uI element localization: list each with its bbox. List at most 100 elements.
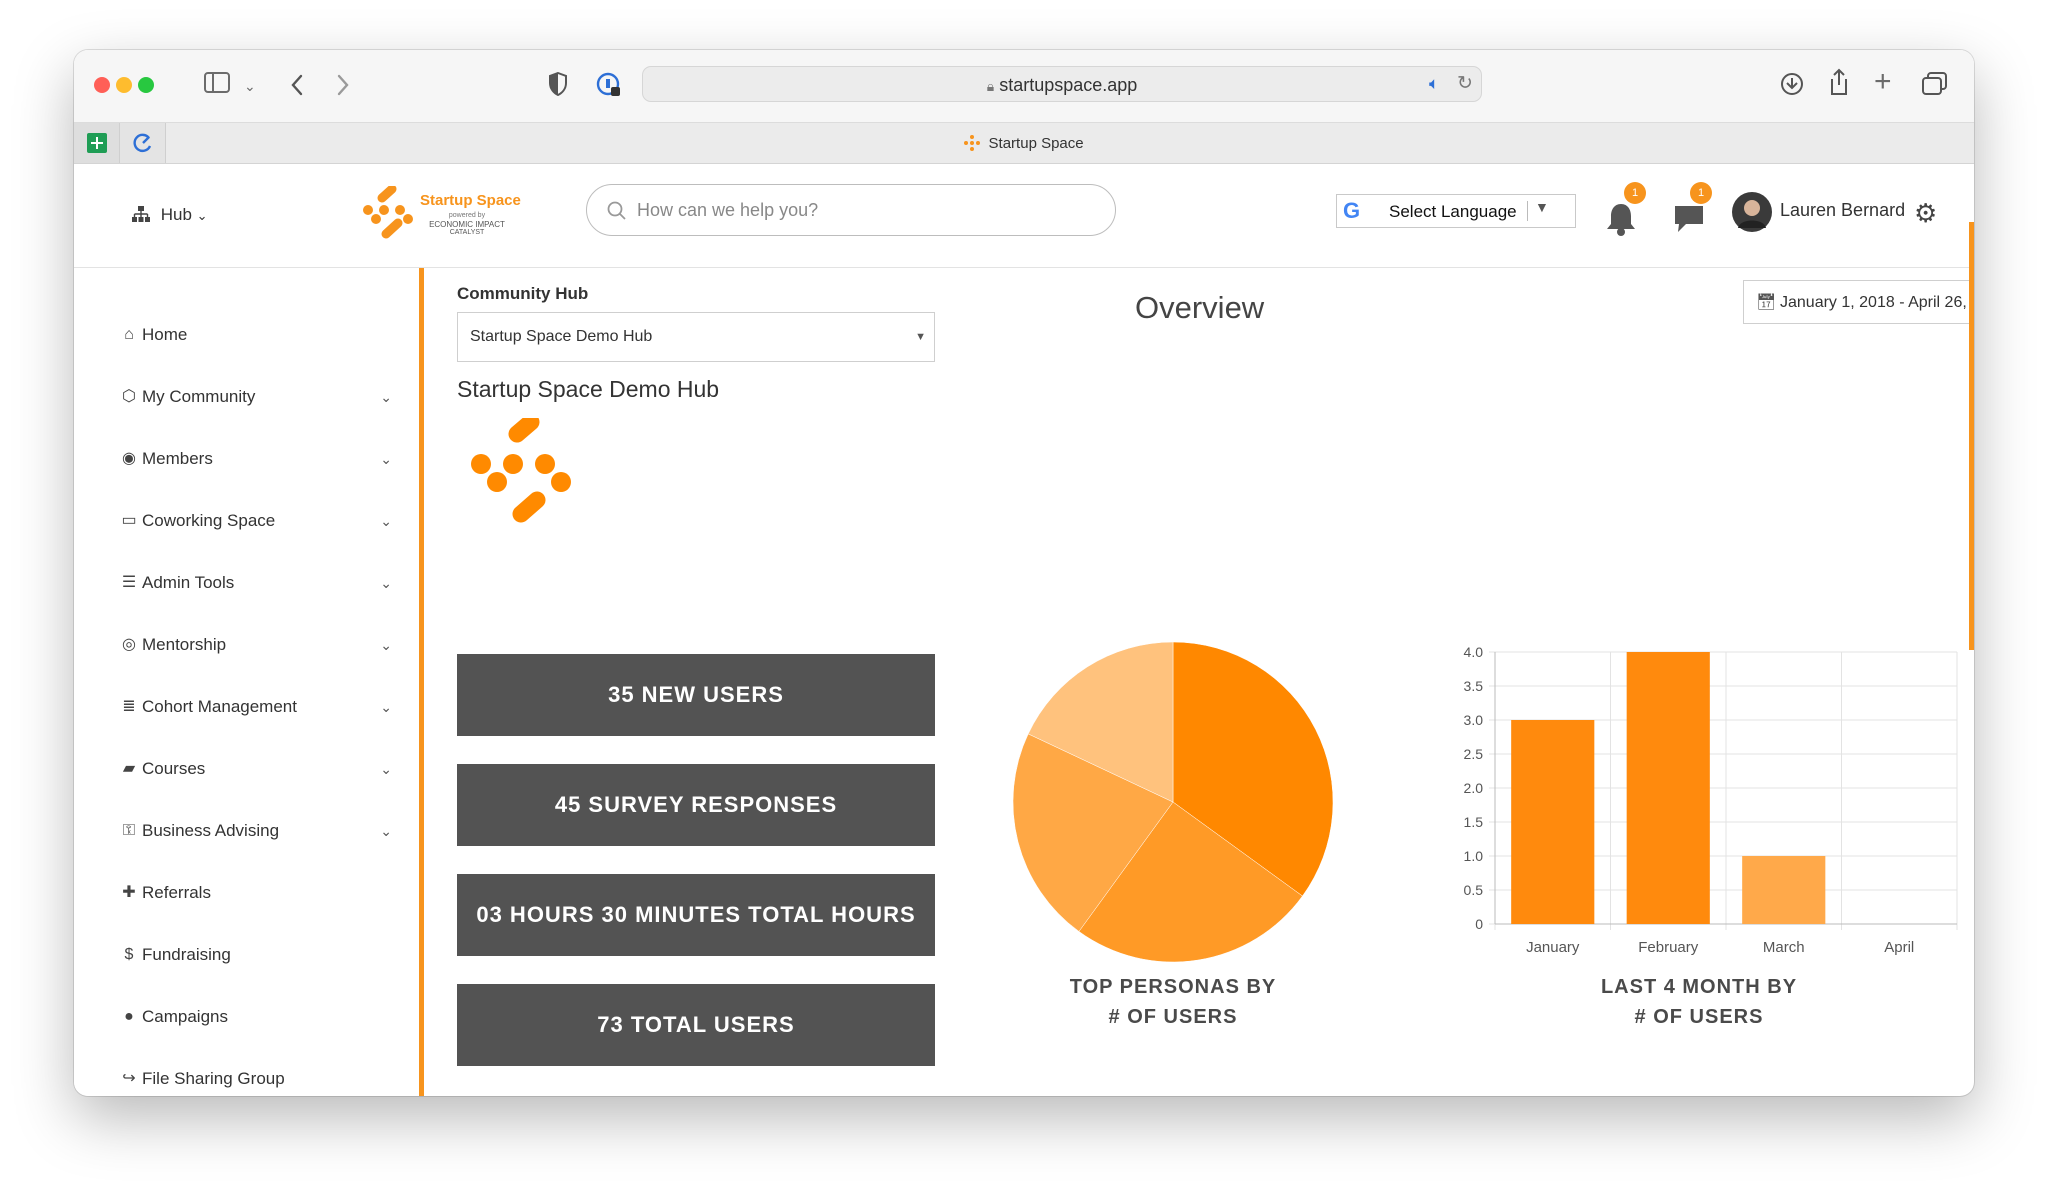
bar-chart-caption: LAST 4 MONTH BY # OF USERS: [1489, 972, 1909, 1032]
sidebar-item-cohort-management[interactable]: ≣ Cohort Management ⌄: [118, 692, 408, 722]
community-hub-label: Community Hub: [457, 284, 589, 303]
logo-title: Startup Space: [420, 192, 521, 209]
hub-logo-icon: [471, 418, 571, 523]
stat-box: 03 HOURS 30 MINUTES TOTAL HOURS: [457, 874, 935, 956]
bar-caption-line2: # OF USERS: [1634, 1006, 1764, 1028]
date-range-picker[interactable]: 📅︎ January 1, 2018 - April 26, 2023 ▼: [1743, 280, 1974, 324]
shield-icon[interactable]: [548, 72, 568, 96]
main-content: Community Hub Startup Space Demo Hub ▼ S…: [429, 222, 1974, 1096]
chevron-down-icon: ⌄: [196, 208, 208, 223]
calendar-icon: 📅︎: [1756, 294, 1777, 311]
reload-icon[interactable]: ↻: [1457, 72, 1473, 95]
x-tick-label: January: [1526, 939, 1580, 956]
chevron-down-icon: ⌄: [380, 575, 392, 591]
notification-badge: 1: [1624, 182, 1646, 204]
language-select[interactable]: G Select Language ▼: [1336, 194, 1576, 228]
sidebar-item-my-community[interactable]: ⬡ My Community ⌄: [118, 382, 408, 412]
sidebar-item-label: Mentorship: [142, 635, 227, 654]
stat-box: 45 SURVEY RESPONSES: [457, 764, 935, 846]
list-icon: ≣: [122, 698, 136, 715]
close-window-button[interactable]: [94, 77, 110, 93]
tab-overview-icon[interactable]: [1922, 72, 1948, 96]
sidebar-item-admin-tools[interactable]: ☰ Admin Tools ⌄: [118, 568, 408, 598]
sidebar-item-file-sharing-group[interactable]: ↪ File Sharing Group: [118, 1064, 408, 1094]
dollar-icon: $: [124, 946, 134, 963]
user-menu[interactable]: Lauren Bernard: [1732, 190, 1922, 234]
sidebar-item-label: Business Advising: [142, 821, 280, 840]
stat-box: 73 TOTAL USERS: [457, 984, 935, 1066]
user-circle-icon: ◉: [122, 450, 136, 467]
y-tick-label: 3.0: [1464, 712, 1484, 728]
sidebar-item-home[interactable]: ⌂ Home: [118, 320, 408, 350]
page-scrollbar[interactable]: [1969, 222, 1974, 650]
inbox-icon: ▭: [121, 512, 137, 529]
notifications-button[interactable]: 1: [1604, 182, 1648, 242]
chevron-down-icon: ⌄: [380, 761, 392, 777]
y-tick-label: 1.5: [1464, 814, 1484, 830]
date-range-text: January 1, 2018 - April 26, 2023: [1780, 294, 1974, 311]
hub-select[interactable]: Startup Space Demo Hub ▼: [457, 312, 935, 362]
logo-powered: powered by: [448, 212, 486, 219]
sidebar-item-business-advising[interactable]: ⚿ Business Advising ⌄: [118, 816, 408, 846]
home-icon: ⌂: [124, 326, 134, 343]
sidebar-item-label: Members: [142, 449, 213, 468]
password-manager-icon[interactable]: [596, 72, 622, 98]
mentor-icon: ◎: [122, 636, 136, 653]
hub-menu[interactable]: Hub ⌄: [132, 200, 208, 230]
sidebar-item-referrals[interactable]: ✚ Referrals: [118, 878, 408, 908]
x-tick-label: March: [1763, 939, 1805, 956]
y-tick-label: 2.5: [1464, 746, 1484, 762]
minimize-window-button[interactable]: [116, 77, 132, 93]
forward-icon[interactable]: [336, 74, 350, 96]
stat-box: 35 NEW USERS: [457, 654, 935, 736]
browser-window: ⌄ 🔒︎ startupspace.app 🔈︎ ↻ + Startup Spa…: [74, 50, 1974, 1096]
sidebar: ⌂ Home ⬡ My Community ⌄ ◉ Members ⌄ ▭ Coworking S…: [74, 268, 424, 1096]
chevron-down-icon: ⌄: [380, 513, 392, 529]
sidebar-item-label: File Sharing Group: [142, 1069, 285, 1088]
bar[interactable]: [1511, 720, 1595, 924]
settings-gear-icon[interactable]: ⚙: [1914, 198, 1937, 229]
bar-caption-line1: LAST 4 MONTH BY: [1600, 976, 1798, 998]
bar[interactable]: [1626, 652, 1710, 924]
comment-icon: ●: [124, 1008, 134, 1025]
chevron-down-icon: ⌄: [380, 637, 392, 653]
chevron-down-icon: ⌄: [380, 451, 392, 467]
sidebar-item-mentorship[interactable]: ◎ Mentorship ⌄: [118, 630, 408, 660]
share-icon[interactable]: [1828, 68, 1850, 96]
caret-down-icon: ▼: [1535, 199, 1549, 215]
sidebar-item-label: Campaigns: [142, 1007, 228, 1026]
search-box[interactable]: [586, 184, 1116, 236]
chevron-down-icon[interactable]: ⌄: [244, 74, 256, 98]
hub-label: Hub: [160, 205, 192, 224]
address-bar[interactable]: 🔒︎ startupspace.app 🔈︎ ↻: [642, 66, 1482, 102]
active-tab[interactable]: Startup Space: [74, 123, 1974, 165]
sitemap-icon: [132, 206, 150, 222]
speaker-icon[interactable]: 🔈︎: [1429, 74, 1439, 94]
new-tab-icon[interactable]: +: [1874, 67, 1892, 97]
bar[interactable]: [1742, 856, 1826, 924]
sidebar-item-coworking-space[interactable]: ▭ Coworking Space ⌄: [118, 506, 408, 536]
pie-chart-caption: TOP PERSONAS BY # OF USERS: [983, 972, 1363, 1032]
sidebar-toggle-icon[interactable]: [204, 72, 230, 94]
y-tick-label: 1.0: [1464, 848, 1484, 864]
sidebar-item-courses[interactable]: ▰ Courses ⌄: [118, 754, 408, 784]
caret-down-icon: ▼: [915, 331, 926, 343]
sidebar-item-fundraising[interactable]: $ Fundraising: [118, 940, 408, 970]
sidebar-item-label: My Community: [142, 387, 256, 406]
back-icon[interactable]: [290, 74, 304, 96]
zoom-window-button[interactable]: [138, 77, 154, 93]
y-tick-label: 0: [1475, 916, 1483, 932]
search-input[interactable]: [637, 197, 1077, 223]
app-logo[interactable]: Startup Space powered by ECONOMIC IMPACT…: [358, 186, 528, 246]
search-icon: [607, 201, 626, 220]
messages-button[interactable]: 1: [1672, 182, 1716, 242]
x-tick-label: February: [1638, 939, 1699, 956]
user-plus-icon: ✚: [122, 884, 136, 901]
user-name: Lauren Bernard: [1780, 200, 1906, 220]
download-icon[interactable]: [1780, 72, 1804, 96]
sidebar-item-members[interactable]: ◉ Members ⌄: [118, 444, 408, 474]
google-icon: G: [1343, 198, 1361, 223]
url-text: startupspace.app: [999, 75, 1138, 95]
sidebar-item-campaigns[interactable]: ● Campaigns: [118, 1002, 408, 1032]
app-header: Hub ⌄ Startup Space powered by ECONOMIC …: [74, 164, 1974, 268]
